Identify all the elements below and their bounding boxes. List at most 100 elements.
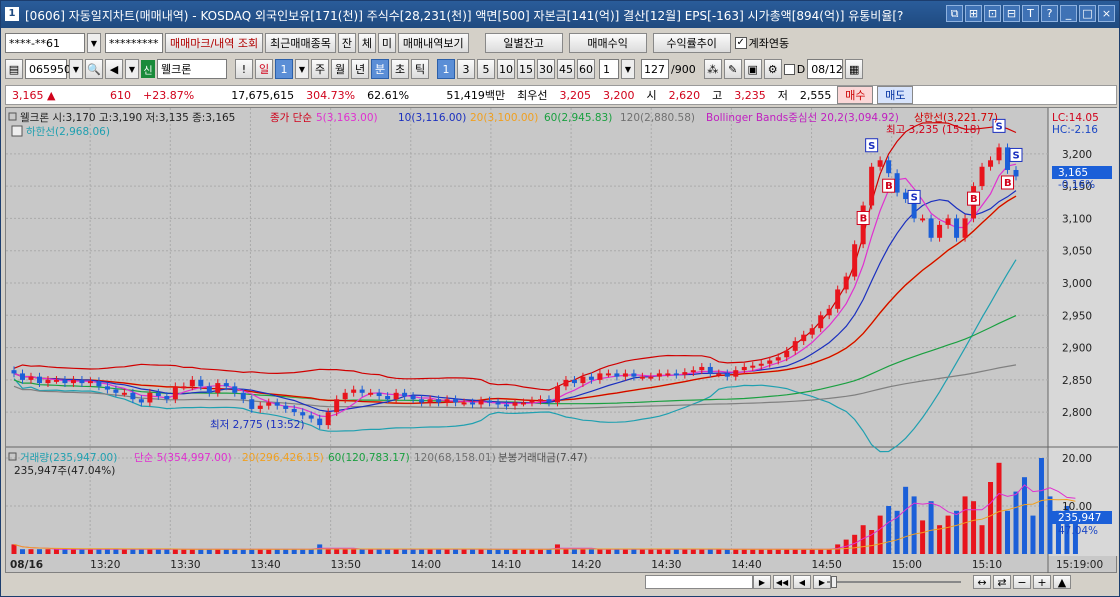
date-input[interactable]: 08/12	[807, 59, 844, 79]
marker-label: B	[860, 214, 868, 225]
rewind-icon[interactable]: ◀◀	[773, 575, 791, 589]
minute-button-30[interactable]: 30	[537, 59, 555, 79]
candle-body	[62, 379, 68, 384]
y-tick-label: 2,800	[1062, 407, 1092, 419]
candle-body	[563, 379, 569, 387]
spin-dropdown[interactable]: ▼	[621, 59, 635, 79]
minute-button-15[interactable]: 15	[517, 59, 535, 79]
recent-trades-button[interactable]: 최근매매종목	[265, 33, 336, 53]
chart-settings-icon[interactable]: ▤	[5, 59, 23, 79]
fit-icon[interactable]: ↔	[973, 575, 991, 589]
period-day-value[interactable]: 1	[275, 59, 293, 79]
buy-button[interactable]: 매수	[837, 86, 874, 104]
chart-area[interactable]: 3,200 3,150 3,100 3,050 3,000 2,950 2,900 2,850…	[5, 107, 1118, 574]
candle-body	[724, 373, 730, 377]
volume-bar	[750, 549, 756, 554]
chart-svg[interactable]: 3,2003,1503,1003,0503,0002,9502,9002,850…	[6, 108, 1118, 574]
minute-button-10[interactable]: 10	[497, 59, 515, 79]
speaker-icon[interactable]: ◀	[105, 59, 123, 79]
unfilled-button[interactable]: 미	[377, 33, 396, 53]
minute-button-45[interactable]: 45	[557, 59, 575, 79]
scroll-track[interactable]	[645, 575, 753, 589]
filled-button[interactable]: 체	[357, 33, 376, 53]
volume-bar	[215, 549, 221, 554]
minute-button-3[interactable]: 3	[457, 59, 475, 79]
period-button-1[interactable]: 월	[331, 59, 349, 79]
title-button-8[interactable]: ×	[1098, 5, 1115, 22]
save-icon[interactable]: ▣	[743, 59, 762, 79]
volume-bar	[11, 544, 17, 554]
title-button-4[interactable]: T	[1022, 5, 1039, 22]
title-button-3[interactable]: ⊟	[1003, 5, 1020, 22]
balance-button[interactable]: 잔	[337, 33, 356, 53]
account-dropdown[interactable]: ▼	[87, 33, 101, 53]
title-button-5[interactable]: ?	[1041, 5, 1058, 22]
return-trend-button[interactable]: 수익률추이	[652, 33, 731, 53]
zoom-slider[interactable]	[827, 581, 961, 583]
candle-body	[172, 386, 178, 400]
period-dropdown[interactable]: ▼	[295, 59, 309, 79]
x-tick-label: 14:40	[731, 559, 761, 571]
stock-name-field[interactable]: 웰크론	[157, 59, 227, 79]
gear-icon[interactable]: ⚙	[763, 59, 782, 79]
candle-body	[512, 402, 518, 406]
speaker-dropdown[interactable]: ▼	[125, 59, 139, 79]
date-checkbox[interactable]	[783, 63, 795, 75]
period-button-0[interactable]: 주	[311, 59, 329, 79]
period-button-2[interactable]: 년	[351, 59, 369, 79]
volume-bar	[138, 549, 144, 554]
password-input[interactable]: *********	[105, 33, 163, 53]
stock-code-input[interactable]: 065950	[25, 59, 71, 79]
candle-body	[597, 373, 603, 380]
title-button-1[interactable]: ⊞	[965, 5, 982, 22]
grid-toggle-icon[interactable]	[11, 125, 23, 137]
tools-icon[interactable]: ✎	[723, 59, 742, 79]
account-link-checkbox[interactable]: ✓ 계좌연동	[734, 35, 789, 51]
volume-bar	[232, 549, 238, 554]
title-button-0[interactable]: ⧉	[946, 5, 963, 22]
zoom-in-icon[interactable]: +	[1033, 575, 1051, 589]
warning-button[interactable]: !	[235, 59, 253, 79]
trade-profit-button[interactable]: 매매수익	[568, 33, 647, 53]
minute-button-1[interactable]: 1	[437, 59, 455, 79]
shrink-icon[interactable]: ⇄	[993, 575, 1011, 589]
view-trades-button[interactable]: 매매내역보기	[397, 33, 469, 53]
minute-button-5[interactable]: 5	[477, 59, 495, 79]
period-button-3[interactable]: 분	[371, 59, 389, 79]
volume-bar	[351, 549, 357, 554]
volume-bar	[266, 549, 272, 554]
play-icon[interactable]: ▶	[753, 575, 771, 589]
title-button-6[interactable]: _	[1060, 5, 1077, 22]
search-icon[interactable]: 🔍	[85, 59, 103, 79]
sell-button[interactable]: 매도	[877, 86, 914, 104]
period-button-5[interactable]: 틱	[411, 59, 429, 79]
volume-bar	[818, 549, 824, 554]
compare-icon[interactable]: ⁂	[703, 59, 722, 79]
checkbox-check-icon[interactable]: ✓	[734, 37, 747, 49]
stock-code-dropdown[interactable]: ▼	[69, 59, 83, 79]
y-tick-label: 3,050	[1062, 246, 1092, 258]
app-number-icon[interactable]: 1	[5, 7, 19, 21]
volume-pct: 304.73%	[306, 88, 356, 102]
zoom-out-icon[interactable]: −	[1013, 575, 1031, 589]
vol-tick-label: 20.00	[1062, 453, 1092, 465]
account-input[interactable]: ****-**61	[5, 33, 85, 53]
candle-body	[232, 386, 238, 393]
step-back-icon[interactable]: ◀	[793, 575, 811, 589]
marker-label: S	[1013, 150, 1020, 161]
daily-balance-button[interactable]: 일별잔고	[484, 33, 563, 53]
zoom-slider-thumb[interactable]	[831, 576, 837, 588]
calendar-icon[interactable]: ▦	[845, 59, 864, 79]
title-button-2[interactable]: ⊡	[984, 5, 1001, 22]
period-day-button[interactable]: 일	[255, 59, 273, 79]
volume-bar	[512, 549, 518, 554]
minute-button-60[interactable]: 60	[577, 59, 595, 79]
scroll-end-icon[interactable]: ▲	[1053, 575, 1071, 589]
legend-amount: 분봉거래대금(7.47)	[498, 452, 588, 464]
count-input[interactable]: 127	[641, 59, 669, 79]
trade-mark-query-button[interactable]: 매매마크/내역 조회	[165, 33, 264, 53]
spin-value[interactable]: 1	[599, 59, 619, 79]
period-button-4[interactable]: 초	[391, 59, 409, 79]
x-axis-labels: 08/16 13:20 13:30 13:40 13:50 14:00 14:10 14:20…	[10, 559, 1103, 571]
title-button-7[interactable]: □	[1079, 5, 1096, 22]
